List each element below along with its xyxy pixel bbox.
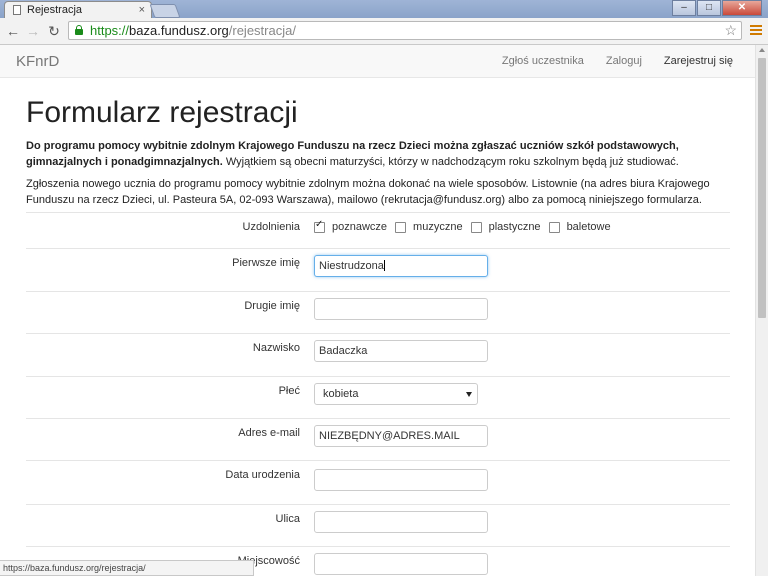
checkbox-baletowe[interactable] bbox=[548, 221, 560, 233]
back-arrow-icon[interactable]: ← bbox=[4, 22, 22, 40]
new-tab-button[interactable] bbox=[149, 4, 181, 18]
form-row-surname: Nazwisko Badaczka bbox=[26, 333, 730, 377]
close-window-button[interactable]: ✕ bbox=[722, 0, 762, 16]
nav-link-register[interactable]: Zarejestruj się bbox=[664, 55, 733, 67]
tab-close-icon[interactable]: × bbox=[139, 2, 145, 18]
url-text: https://baza.fundusz.org/rejestracja/ bbox=[90, 22, 296, 39]
nav-link-report[interactable]: Zgłoś uczestnika bbox=[502, 55, 584, 67]
nav-links: Zgłoś uczestnika Zaloguj Zarejestruj się bbox=[502, 55, 755, 67]
url-path: /rejestracja/ bbox=[228, 23, 296, 38]
window-titlebar: Rejestracja × – □ ✕ bbox=[0, 0, 768, 19]
status-bar-url: https://baza.fundusz.org/rejestracja/ bbox=[0, 560, 254, 576]
window-controls: – □ ✕ bbox=[671, 0, 762, 16]
reload-icon[interactable]: ↻ bbox=[45, 22, 63, 40]
first-name-value: Niestrudzona bbox=[319, 260, 384, 272]
minimize-button[interactable]: – bbox=[672, 0, 696, 16]
checkbox-plastyczne[interactable] bbox=[470, 221, 482, 233]
checkbox-label-plastyczne: plastyczne bbox=[488, 221, 541, 233]
url-scheme: https:// bbox=[90, 23, 130, 38]
gender-select[interactable]: kobieta bbox=[314, 383, 478, 405]
street-label: Ulica bbox=[275, 513, 300, 525]
street-input[interactable] bbox=[314, 511, 488, 533]
page-scrollbar[interactable] bbox=[755, 45, 768, 576]
email-label: Adres e-mail bbox=[238, 427, 300, 439]
birthdate-label: Data urodzenia bbox=[225, 469, 300, 481]
second-name-input[interactable] bbox=[314, 298, 488, 320]
page-title: Formularz rejestracji bbox=[26, 96, 298, 129]
scroll-up-arrow-icon[interactable] bbox=[759, 48, 765, 52]
form-row-first-name: Pierwsze imię Niestrudzona bbox=[26, 248, 730, 292]
lead-rest-text: Wyjątkiem są obecni maturzyści, którzy w… bbox=[222, 156, 679, 168]
city-input[interactable] bbox=[314, 553, 488, 575]
gender-selected-value: kobieta bbox=[323, 388, 359, 400]
lead-paragraph: Do programu pomocy wybitnie zdolnym Kraj… bbox=[26, 138, 730, 170]
talents-checkboxes: poznawcze muzyczne plastyczne baletowe bbox=[314, 219, 619, 233]
birthdate-input[interactable] bbox=[314, 469, 488, 491]
second-name-label: Drugie imię bbox=[244, 300, 300, 312]
checkbox-label-baletowe: baletowe bbox=[566, 221, 611, 233]
tab-title: Rejestracja bbox=[27, 4, 83, 16]
form-row-birthdate: Data urodzenia bbox=[26, 460, 730, 505]
address-bar[interactable]: https://baza.fundusz.org/rejestracja/ ☆ bbox=[68, 21, 742, 40]
email-input[interactable]: NIEZBĘDNY@ADRES.MAIL bbox=[314, 425, 488, 447]
surname-input[interactable]: Badaczka bbox=[314, 340, 488, 362]
gender-label: Płeć bbox=[278, 385, 300, 397]
checkbox-label-muzyczne: muzyczne bbox=[413, 221, 463, 233]
first-name-input[interactable]: Niestrudzona bbox=[314, 255, 488, 277]
maximize-button[interactable]: □ bbox=[697, 0, 721, 16]
browser-tab[interactable]: Rejestracja × bbox=[4, 1, 152, 19]
bookmark-star-icon[interactable]: ☆ bbox=[724, 22, 737, 39]
site-navbar: KFnrD Zgłoś uczestnika Zaloguj Zarejestr… bbox=[0, 45, 755, 78]
nav-link-login[interactable]: Zaloguj bbox=[606, 55, 642, 67]
form-row-second-name: Drugie imię bbox=[26, 291, 730, 334]
form-row-email: Adres e-mail NIEZBĘDNY@ADRES.MAIL bbox=[26, 418, 730, 461]
form-row-street: Ulica bbox=[26, 504, 730, 547]
url-host: baza.fundusz.org bbox=[129, 23, 229, 38]
forward-arrow-icon[interactable]: → bbox=[24, 22, 42, 40]
brand-link[interactable]: KFnrD bbox=[16, 53, 59, 70]
checkbox-muzyczne[interactable] bbox=[395, 221, 407, 233]
browser-toolbar: ← → ↻ https://baza.fundusz.org/rejestrac… bbox=[0, 18, 768, 45]
surname-label: Nazwisko bbox=[252, 342, 300, 354]
talents-label: Uzdolnienia bbox=[242, 221, 300, 233]
form-row-gender: Płeć kobieta bbox=[26, 376, 730, 419]
browser-menu-icon[interactable] bbox=[750, 25, 762, 37]
lock-icon bbox=[75, 25, 83, 35]
checkbox-label-poznawcze: poznawcze bbox=[332, 221, 388, 233]
checkbox-poznawcze[interactable] bbox=[314, 219, 325, 233]
page-icon bbox=[13, 5, 21, 15]
scrollbar-thumb[interactable] bbox=[758, 58, 766, 318]
first-name-label: Pierwsze imię bbox=[232, 257, 300, 269]
form-row-talents: Uzdolnienia poznawcze muzyczne plastyczn… bbox=[26, 212, 730, 249]
info-paragraph: Zgłoszenia nowego ucznia do programu pom… bbox=[26, 178, 710, 206]
dropdown-arrow-icon bbox=[466, 392, 472, 397]
